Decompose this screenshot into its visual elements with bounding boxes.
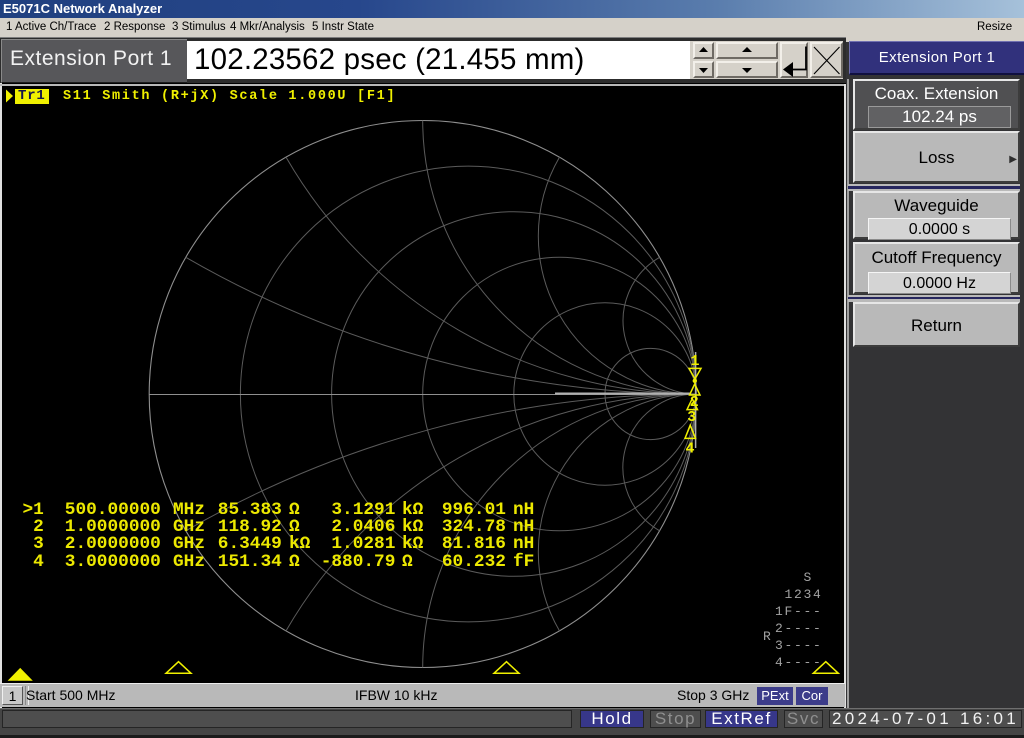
svg-text:3: 3 xyxy=(687,409,696,426)
svg-text:1: 1 xyxy=(690,353,699,370)
svg-text:4: 4 xyxy=(685,441,694,458)
